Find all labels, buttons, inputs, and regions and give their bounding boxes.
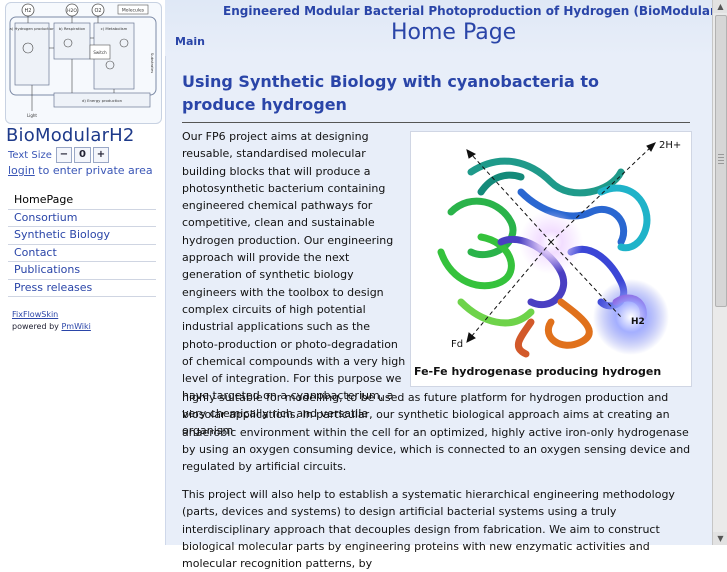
header-band: Engineered Modular Bacterial Photoproduc…	[165, 0, 727, 56]
logo-h2-label: H2	[25, 8, 32, 14]
logo-metabolism-label: c) Metabolism	[101, 26, 128, 31]
methodology-paragraph: This project will also help to establish…	[182, 488, 675, 571]
sidebar-item-press-releases[interactable]: Press releases	[8, 280, 156, 297]
logo-diagram[interactable]: H2 H2O O2 Molecules a) Hydrogen producti…	[5, 2, 162, 124]
text-size-increase-button[interactable]: +	[92, 147, 109, 163]
text-size-value[interactable]: 0	[73, 147, 91, 163]
hydrogenase-illustration: 2H+ H2 Fd	[411, 132, 691, 364]
logo-h2o-label: H2O	[67, 8, 77, 14]
text-size-control: Text Size − 0 +	[8, 147, 109, 163]
vertical-scrollbar[interactable]: ▲ ▼	[712, 0, 727, 545]
login-link[interactable]: login	[8, 164, 35, 177]
scroll-grip-icon	[718, 154, 724, 166]
protein-figure: 2H+ H2 Fd	[410, 131, 692, 387]
article-title: Using Synthetic Biology with cyanobacter…	[182, 72, 600, 114]
logo-switch-label: Switch	[93, 50, 107, 55]
sidebar-item-publications[interactable]: Publications	[8, 262, 156, 280]
skin-credits: FixFlowSkin powered by PmWiki	[12, 309, 91, 333]
logo-energy-label: d) Energy production	[82, 98, 123, 103]
sidebar-item-synthetic-biology[interactable]: Synthetic Biology	[8, 227, 156, 245]
group-link-main[interactable]: Main	[175, 35, 205, 48]
scroll-thumb[interactable]	[715, 15, 727, 307]
figure-caption: Fe-Fe hydrogenase producing hydrogen	[414, 365, 662, 378]
logo-substrates-label: Substrates	[150, 53, 155, 73]
fixflowskin-link[interactable]: FixFlowSkin	[12, 310, 58, 319]
figure-label-fd: Fd	[451, 339, 463, 350]
scroll-down-arrow-icon[interactable]: ▼	[713, 532, 727, 545]
site-title[interactable]: Engineered Modular Bacterial Photoproduc…	[223, 4, 727, 18]
login-suffix: to enter private area	[34, 164, 153, 177]
sidebar-item-consortium[interactable]: Consortium	[8, 210, 156, 227]
page-heading: Home Page	[391, 20, 517, 45]
figure-label-h2: H2	[631, 317, 645, 327]
logo-hydrogen-label: a) Hydrogen production	[9, 26, 55, 31]
title-divider	[182, 122, 690, 123]
logo-light-label: Light	[27, 113, 37, 118]
pmwiki-link[interactable]: PmWiki	[61, 322, 90, 331]
powered-by-text: powered by	[12, 322, 62, 331]
sidebar-nav: HomePage Consortium Synthetic Biology Co…	[8, 192, 156, 297]
intro-paragraph-continued: highly suitable for modelling, to be use…	[182, 391, 691, 474]
logo-molecules-label: Molecules	[122, 8, 145, 14]
text-size-decrease-button[interactable]: −	[55, 147, 72, 163]
logo-o2-label: O2	[94, 8, 101, 14]
text-size-label: Text Size	[8, 149, 52, 161]
sidebar-item-homepage[interactable]: HomePage	[8, 192, 156, 210]
login-row: login to enter private area	[8, 164, 153, 177]
sidebar-item-contact[interactable]: Contact	[8, 245, 156, 262]
logo-respiration-label: b) Respiration	[59, 26, 86, 31]
figure-label-2h: 2H+	[659, 140, 681, 151]
site-logo-text: BioModularH2	[6, 125, 135, 146]
scroll-up-arrow-icon[interactable]: ▲	[713, 0, 727, 13]
